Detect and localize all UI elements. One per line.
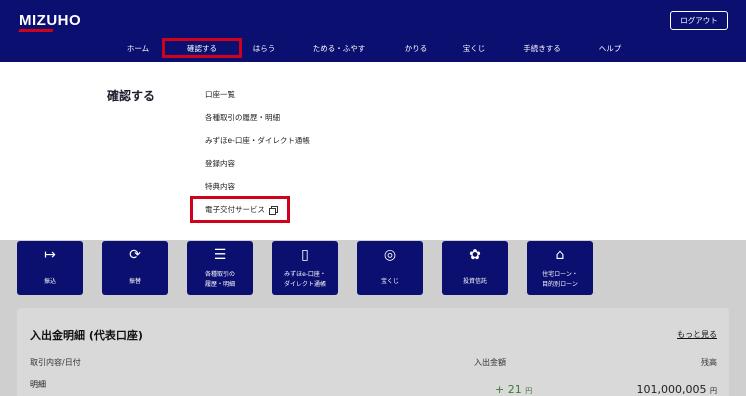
logout-button[interactable]: ログアウト [670, 11, 728, 30]
link-benefits[interactable]: 特典内容 [205, 181, 235, 192]
main-nav: ホーム 確認する はらう ためる・ふやす かりる 宝くじ 手続きする ヘルプ [0, 38, 746, 58]
statement-title: 入出金明細 (代表口座) [30, 329, 143, 342]
yen-unit: 円 [710, 387, 717, 395]
tile-loans[interactable]: ⌂ 住宅ローン・ 目的別ローン [527, 241, 593, 295]
tile-label-1: 各種取引の [204, 271, 235, 278]
sprout-icon: ✿ [469, 247, 481, 263]
tile-label-1: 住宅ローン・ [542, 271, 578, 278]
target-icon: ◎ [383, 247, 397, 263]
confirm-dropdown-panel: 確認する 口座一覧 各種取引の履歴・明細 みずほe-口座・ダイレクト通帳 登録内… [0, 62, 746, 240]
transfer-icon: ↦ [44, 247, 56, 263]
tile-direct-passbook[interactable]: ▯ みずほe-口座・ ダイレクト通帳 [272, 241, 338, 295]
row-balance: 101,000,005 円 [637, 383, 717, 396]
dimmed-main-content: ↦ 振込 ⟳ 振替 ☰ 各種取引の 履歴・明細 ▯ みずほe-口座・ ダイレクト… [0, 240, 746, 396]
tile-lottery[interactable]: ◎ 宝くじ [357, 241, 423, 295]
house-icon: ⌂ [555, 247, 565, 263]
tile-label: 投資信託 [462, 278, 487, 285]
tile-label: 振替 [128, 278, 141, 285]
tile-history[interactable]: ☰ 各種取引の 履歴・明細 [187, 241, 253, 295]
yen-unit: 円 [525, 387, 533, 395]
nav-confirm[interactable]: 確認する [162, 38, 242, 58]
nav-procedures[interactable]: 手続きする [514, 38, 570, 58]
link-electronic-delivery-label: 電子交付サービス [205, 205, 265, 214]
nav-help[interactable]: ヘルプ [590, 38, 630, 58]
tile-label: 宝くじ [380, 278, 399, 285]
list-icon: ☰ [213, 247, 227, 263]
link-account-list[interactable]: 口座一覧 [205, 89, 235, 100]
column-balance: 残高 [701, 358, 717, 367]
link-transaction-history[interactable]: 各種取引の履歴・明細 [205, 112, 280, 123]
column-detail-date: 取引内容/日付 [30, 358, 81, 367]
nav-lottery[interactable]: 宝くじ [454, 38, 494, 58]
nav-pay[interactable]: はらう [246, 38, 282, 58]
external-window-icon [269, 205, 278, 215]
more-link[interactable]: もっと見る [677, 329, 717, 340]
global-header: MIZUHO ログアウト ホーム 確認する はらう ためる・ふやす かりる 宝く… [0, 0, 746, 62]
nav-borrow[interactable]: かりる [396, 38, 436, 58]
amount-value: + 21 [495, 383, 522, 396]
tile-label: 振込 [43, 278, 56, 285]
balance-value: 101,000,005 [636, 383, 707, 396]
tile-label-2: 履歴・明細 [204, 281, 235, 288]
row-detail-label: 明細 [30, 380, 46, 389]
tile-label-2: 目的別ローン [542, 281, 578, 288]
tile-investment-trust[interactable]: ✿ 投資信託 [442, 241, 508, 295]
nav-home[interactable]: ホーム [118, 38, 158, 58]
brand-logo-accent [18, 29, 54, 32]
link-registration-info[interactable]: 登録内容 [205, 158, 235, 169]
link-direct-passbook[interactable]: みずほe-口座・ダイレクト通帳 [205, 135, 310, 146]
exchange-icon: ⟳ [129, 247, 141, 263]
tile-account-transfer[interactable]: ⟳ 振替 [102, 241, 168, 295]
passbook-icon: ▯ [301, 247, 309, 263]
nav-save-invest[interactable]: ためる・ふやす [304, 38, 374, 58]
link-electronic-delivery[interactable]: 電子交付サービス [190, 196, 290, 223]
tile-label-1: みずほe-口座・ [284, 271, 326, 278]
column-amount: 入出金額 [474, 358, 506, 367]
statement-card: 入出金明細 (代表口座) もっと見る 取引内容/日付 入出金額 残高 明細 + … [17, 308, 729, 396]
brand-logo[interactable]: MIZUHO [19, 12, 81, 29]
tile-transfer[interactable]: ↦ 振込 [17, 241, 83, 295]
row-amount: + 21 円 [495, 383, 532, 396]
tile-label-2: ダイレクト通帳 [283, 281, 326, 288]
dropdown-title: 確認する [107, 89, 156, 103]
